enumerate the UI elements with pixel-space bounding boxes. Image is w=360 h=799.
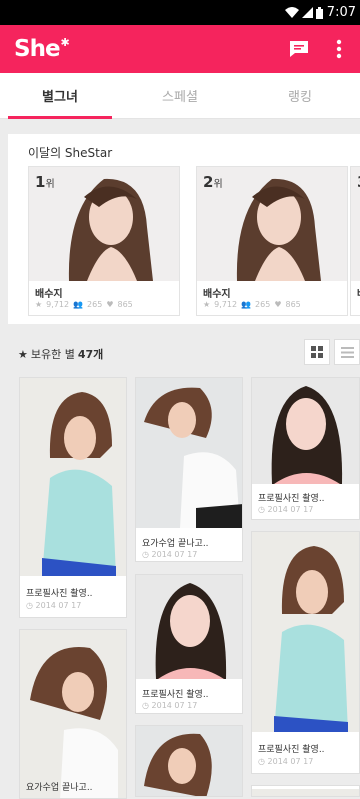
my-stars-label: 보유한 별 [30,348,75,361]
photo-image [136,575,242,679]
tab-bar: 별그녀 스페셜 랭킹 [0,73,360,119]
battery-icon [315,6,323,19]
user-count: 265 [255,300,271,309]
photo-card[interactable] [251,785,360,797]
star-icon: ★ [18,347,28,361]
app-logo[interactable]: She✱ [14,36,70,62]
photo-card[interactable]: 요가수업 끝나고.. [19,629,127,799]
clock-icon: ◷ [258,505,268,514]
photo-image [20,630,126,798]
clock-icon: ◷ [142,701,152,710]
star-card[interactable]: 2위 배수지 ★ 9,712 👥 265 ♥ 865 [196,166,348,316]
star-stats: ★ 9,712 👥 265 ♥ 865 [35,300,133,309]
signal-icon [301,7,313,18]
star-stats: ★ 9,712 👥 265 ♥ 865 [203,300,301,309]
photo-card[interactable]: 프로필사진 촬영.. ◷ 2014 07 17 [251,377,360,520]
photo-image [252,532,359,732]
users-icon: 👥 [241,300,252,309]
photo-card[interactable] [135,725,243,797]
list-view-icon[interactable] [334,339,360,365]
photo-title: 요가수업 끝나고.. [142,539,209,549]
users-icon: 👥 [73,300,84,309]
photo-image [136,378,242,528]
rank-label: 2위 [203,173,223,191]
photo-date: ◷ 2014 07 17 [258,505,314,514]
star-count: 9,712 [214,300,238,309]
star-name: 배수지 [35,289,63,300]
star-name: 배수지 [203,289,231,300]
photo-date: ◷ 2014 07 17 [142,701,198,710]
message-icon[interactable] [288,38,310,60]
wifi-icon [284,7,299,18]
star-count-icon: ★ [203,300,211,309]
photo-date: ◷ 2014 07 17 [142,550,198,559]
status-bar: 7:07 [0,0,360,25]
app-bar: She✱ [0,25,360,73]
photo-title: 프로필사진 촬영.. [26,589,93,599]
clock-icon: ◷ [258,757,268,766]
tab-byeolgeunyeo[interactable]: 별그녀 [0,73,120,119]
photo-card[interactable]: 요가수업 끝나고.. ◷ 2014 07 17 [135,377,243,562]
photo-date: ◷ 2014 07 17 [26,601,82,610]
featured-section: 이달의 SheStar 1위 배수지 ★ 9,712 👥 265 ♥ 865 2… [8,134,360,324]
photo-image [252,378,359,484]
my-stars-header: ★ 보유한 별 47개 [18,346,103,362]
clock-icon: ◷ [142,550,152,559]
rank-label: 1위 [35,173,55,191]
photo-card[interactable]: 프로필사진 촬영.. ◷ 2014 07 17 [251,531,360,774]
photo-card[interactable]: 프로필사진 촬영.. ◷ 2014 07 17 [135,574,243,714]
photo-date: ◷ 2014 07 17 [258,757,314,766]
clock-icon: ◷ [26,601,36,610]
tab-ranking[interactable]: 랭킹 [240,73,360,118]
photo-title: 프로필사진 촬영.. [258,745,325,755]
star-count-icon: ★ [35,300,43,309]
heart-count: 865 [117,300,133,309]
photo-title: 프로필사진 촬영.. [142,690,209,700]
heart-icon: ♥ [106,300,114,309]
grid-view-icon[interactable] [304,339,330,365]
photo-image [136,726,242,796]
heart-icon: ♥ [274,300,282,309]
star-count: 9,712 [46,300,70,309]
photo-card[interactable]: 프로필사진 촬영.. ◷ 2014 07 17 [19,377,127,618]
star-card[interactable]: 3 배 [350,166,360,316]
photo-title: 요가수업 끝나고.. [26,783,93,793]
heart-count: 865 [285,300,301,309]
photo-image [20,378,126,576]
more-vert-icon[interactable] [328,38,350,60]
photo-title: 프로필사진 촬영.. [258,494,325,504]
status-time: 7:07 [326,5,356,20]
my-stars-count: 47개 [77,348,104,361]
tab-special[interactable]: 스페셜 [120,73,240,118]
user-count: 265 [87,300,103,309]
my-stars-section: ★ 보유한 별 47개 프로필사진 촬영.. ◷ 2014 07 17 요가수업… [8,334,360,799]
featured-title: 이달의 SheStar [28,146,113,160]
photo-image [252,786,359,796]
star-card[interactable]: 1위 배수지 ★ 9,712 👥 265 ♥ 865 [28,166,180,316]
status-icons [284,6,323,19]
view-toggle [300,339,360,365]
